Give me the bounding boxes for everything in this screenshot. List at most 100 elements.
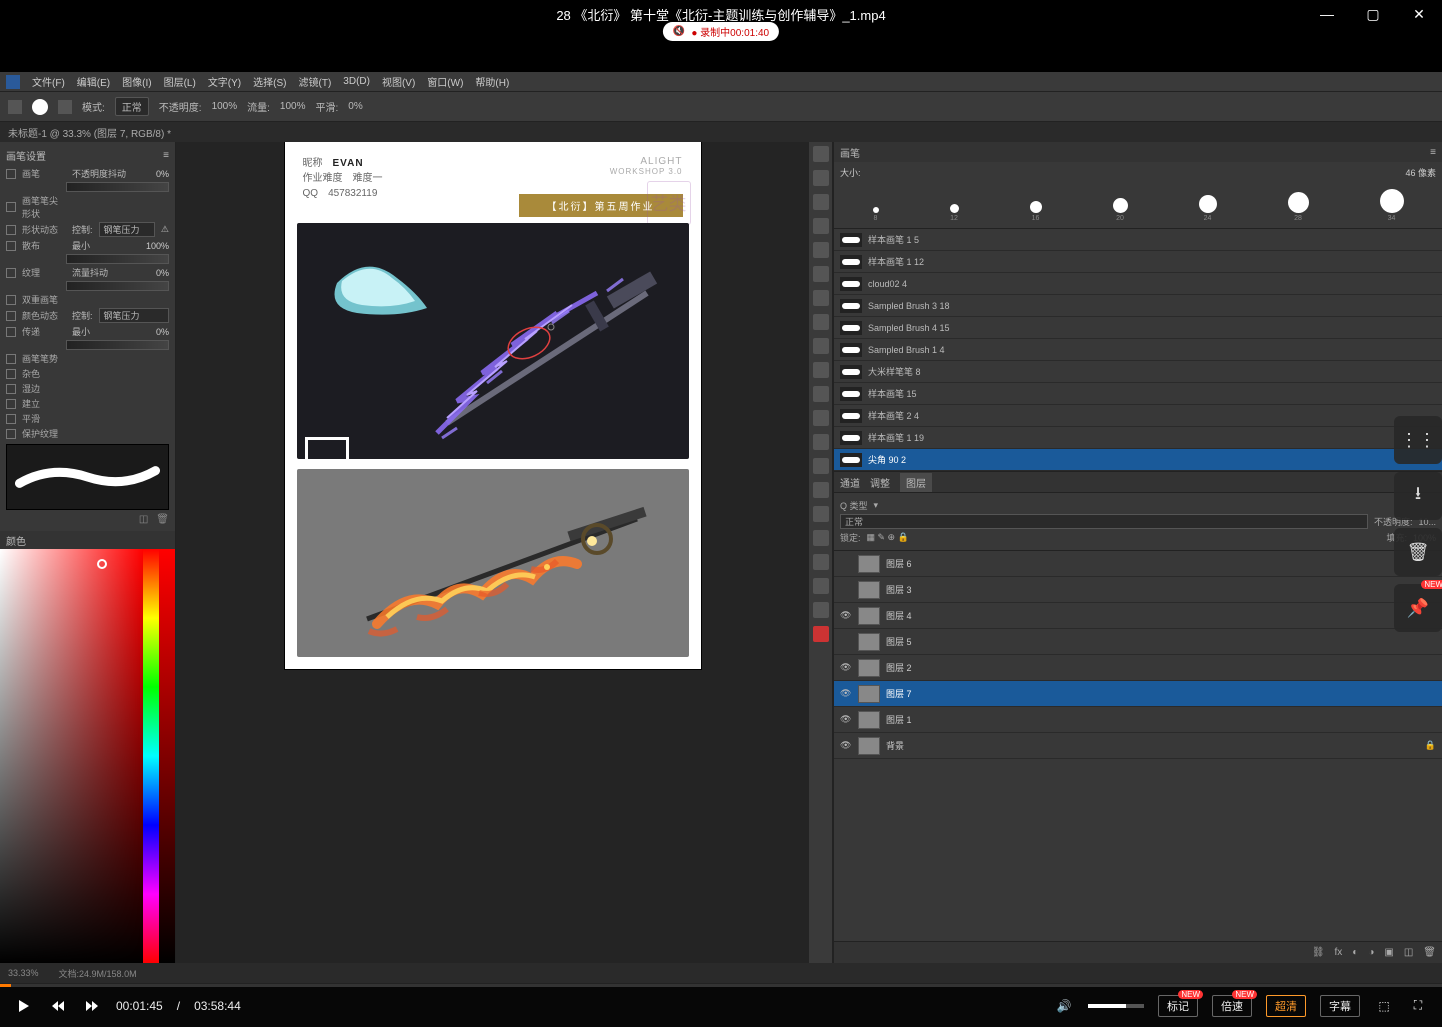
menu-select[interactable]: 选择(S): [253, 74, 286, 89]
tool-icon-9[interactable]: [813, 338, 829, 354]
progress-bar[interactable]: [0, 984, 1442, 987]
brush-size-dot[interactable]: 8: [873, 207, 879, 222]
tool-icon-17[interactable]: [813, 530, 829, 546]
menu-layer[interactable]: 图层(L): [164, 74, 196, 89]
layer-item[interactable]: 图层 3: [834, 577, 1442, 603]
zoom-level[interactable]: 33.33%: [8, 968, 39, 978]
brush-size-dot[interactable]: 20: [1113, 198, 1128, 222]
menu-view[interactable]: 视图(V): [382, 74, 415, 89]
quality-button[interactable]: 超清: [1266, 995, 1306, 1017]
document-tab[interactable]: 未标题-1 @ 33.3% (图层 7, RGB/8) *: [8, 125, 171, 140]
tool-icon-14[interactable]: [813, 458, 829, 474]
layer-item[interactable]: 图层 5: [834, 629, 1442, 655]
brush-setting-row[interactable]: 双重画笔: [6, 293, 169, 306]
brush-setting-row[interactable]: 散布最小100%: [6, 239, 169, 252]
tool-icon-19[interactable]: [813, 578, 829, 594]
brush-preset-item[interactable]: 大米样笔笔 8: [834, 361, 1442, 383]
visibility-icon[interactable]: 👁: [840, 714, 852, 726]
brush-preset-item[interactable]: 尖角 90 2: [834, 449, 1442, 471]
brush-setting-row[interactable]: 画笔笔势: [6, 352, 169, 365]
tool-icon-15[interactable]: [813, 482, 829, 498]
menu-help[interactable]: 帮助(H): [475, 74, 509, 89]
fx-icon[interactable]: fx: [1335, 947, 1343, 958]
hue-slider[interactable]: [143, 549, 159, 963]
menu-edit[interactable]: 编辑(E): [77, 74, 110, 89]
layer-item[interactable]: 图层 6: [834, 551, 1442, 577]
brush-preset-icon[interactable]: [58, 100, 72, 114]
opacity-value[interactable]: 100%: [212, 101, 238, 112]
tool-icon-13[interactable]: [813, 434, 829, 450]
tool-icon-20[interactable]: [813, 602, 829, 618]
brush-setting-row[interactable]: 画笔不透明度抖动0%: [6, 167, 169, 180]
brush-preset-item[interactable]: Sampled Brush 3 18: [834, 295, 1442, 317]
download-button[interactable]: ⭳: [1394, 472, 1442, 520]
subtitle-button[interactable]: 字幕: [1320, 995, 1360, 1017]
brush-preset-item[interactable]: cloud02 4: [834, 273, 1442, 295]
brush-preset-item[interactable]: 样本画笔 1 12: [834, 251, 1442, 273]
brush-preset-item[interactable]: Sampled Brush 1 4: [834, 339, 1442, 361]
tool-icon-12[interactable]: [813, 410, 829, 426]
layer-search[interactable]: Q 类型: [840, 499, 868, 512]
link-layers-icon[interactable]: ⛓: [1312, 947, 1325, 958]
play-button[interactable]: [14, 996, 34, 1016]
menu-3d[interactable]: 3D(D): [343, 76, 370, 87]
brush-setting-row[interactable]: 形状动态控制:钢笔压力⚠: [6, 222, 169, 237]
tool-icon-7[interactable]: [813, 290, 829, 306]
prev-button[interactable]: [48, 996, 68, 1016]
tool-icon-18[interactable]: [813, 554, 829, 570]
visibility-icon[interactable]: [840, 558, 852, 570]
smooth-value[interactable]: 0%: [348, 101, 362, 112]
volume-slider[interactable]: [1088, 1004, 1144, 1008]
mask-icon[interactable]: ◐: [1352, 947, 1358, 958]
brush-setting-row[interactable]: 颜色动态控制:钢笔压力: [6, 308, 169, 323]
tool-icon[interactable]: [8, 100, 22, 114]
visibility-icon[interactable]: [840, 636, 852, 648]
mode-select[interactable]: 正常: [115, 97, 149, 116]
tool-icon-8[interactable]: [813, 314, 829, 330]
brush-preset-item[interactable]: 样本画笔 15: [834, 383, 1442, 405]
tool-icon-5[interactable]: [813, 242, 829, 258]
brush-setting-row[interactable]: 传递最小0%: [6, 325, 169, 338]
brush-setting-row[interactable]: 纹理流量抖动0%: [6, 266, 169, 279]
menu-filter[interactable]: 滤镜(T): [299, 74, 332, 89]
minimize-button[interactable]: —: [1304, 0, 1350, 28]
brush-new-icon[interactable]: ◫: [139, 514, 148, 525]
speed-button[interactable]: 倍速NEW: [1212, 995, 1252, 1017]
visibility-icon[interactable]: 👁: [840, 662, 852, 674]
brush-setting-row[interactable]: 平滑: [6, 412, 169, 425]
menu-image[interactable]: 图像(I): [122, 74, 151, 89]
maximize-button[interactable]: ▢: [1350, 0, 1396, 28]
brush-setting-row[interactable]: 保护纹理: [6, 427, 169, 440]
brush-preset-item[interactable]: 样本画笔 1 19: [834, 427, 1442, 449]
share-button[interactable]: ⋮⋮: [1394, 416, 1442, 464]
layer-item[interactable]: 👁图层 1: [834, 707, 1442, 733]
group-icon[interactable]: ▣: [1384, 947, 1393, 958]
color-field[interactable]: [0, 549, 143, 963]
tool-icon-10[interactable]: [813, 362, 829, 378]
fill-adj-icon[interactable]: ◑: [1368, 947, 1374, 958]
canvas-area[interactable]: 昵称 EVAN 作业难度 难度一 QQ 457832119 ALIGHT WOR…: [176, 142, 809, 963]
volume-button[interactable]: 🔊: [1054, 996, 1074, 1016]
next-button[interactable]: [82, 996, 102, 1016]
brush-setting-row[interactable]: 建立: [6, 397, 169, 410]
brush-delete-icon[interactable]: 🗑: [156, 514, 169, 525]
close-button[interactable]: ✕: [1396, 0, 1442, 28]
brush-preview-dot[interactable]: [32, 99, 48, 115]
new-layer-icon[interactable]: ◫: [1404, 947, 1413, 958]
panel-menu-icon[interactable]: ≡: [1430, 147, 1436, 158]
tab-adjustments[interactable]: 调整: [870, 475, 890, 490]
brush-size-dot[interactable]: 16: [1030, 201, 1042, 222]
delete-button[interactable]: 🗑: [1394, 528, 1442, 576]
pip-button[interactable]: ⬚: [1374, 996, 1394, 1016]
brush-setting-row[interactable]: 湿边: [6, 382, 169, 395]
brush-preset-item[interactable]: Sampled Brush 4 15: [834, 317, 1442, 339]
fullscreen-button[interactable]: ⛶: [1408, 996, 1428, 1016]
value-slider[interactable]: [159, 549, 175, 963]
layer-item[interactable]: 👁图层 7: [834, 681, 1442, 707]
menu-file[interactable]: 文件(F): [32, 74, 65, 89]
menu-window[interactable]: 窗口(W): [427, 74, 463, 89]
fg-color-swatch[interactable]: [813, 626, 829, 642]
brush-setting-row[interactable]: 画笔笔尖形状: [6, 194, 169, 220]
tool-icon-16[interactable]: [813, 506, 829, 522]
visibility-icon[interactable]: 👁: [840, 610, 852, 622]
